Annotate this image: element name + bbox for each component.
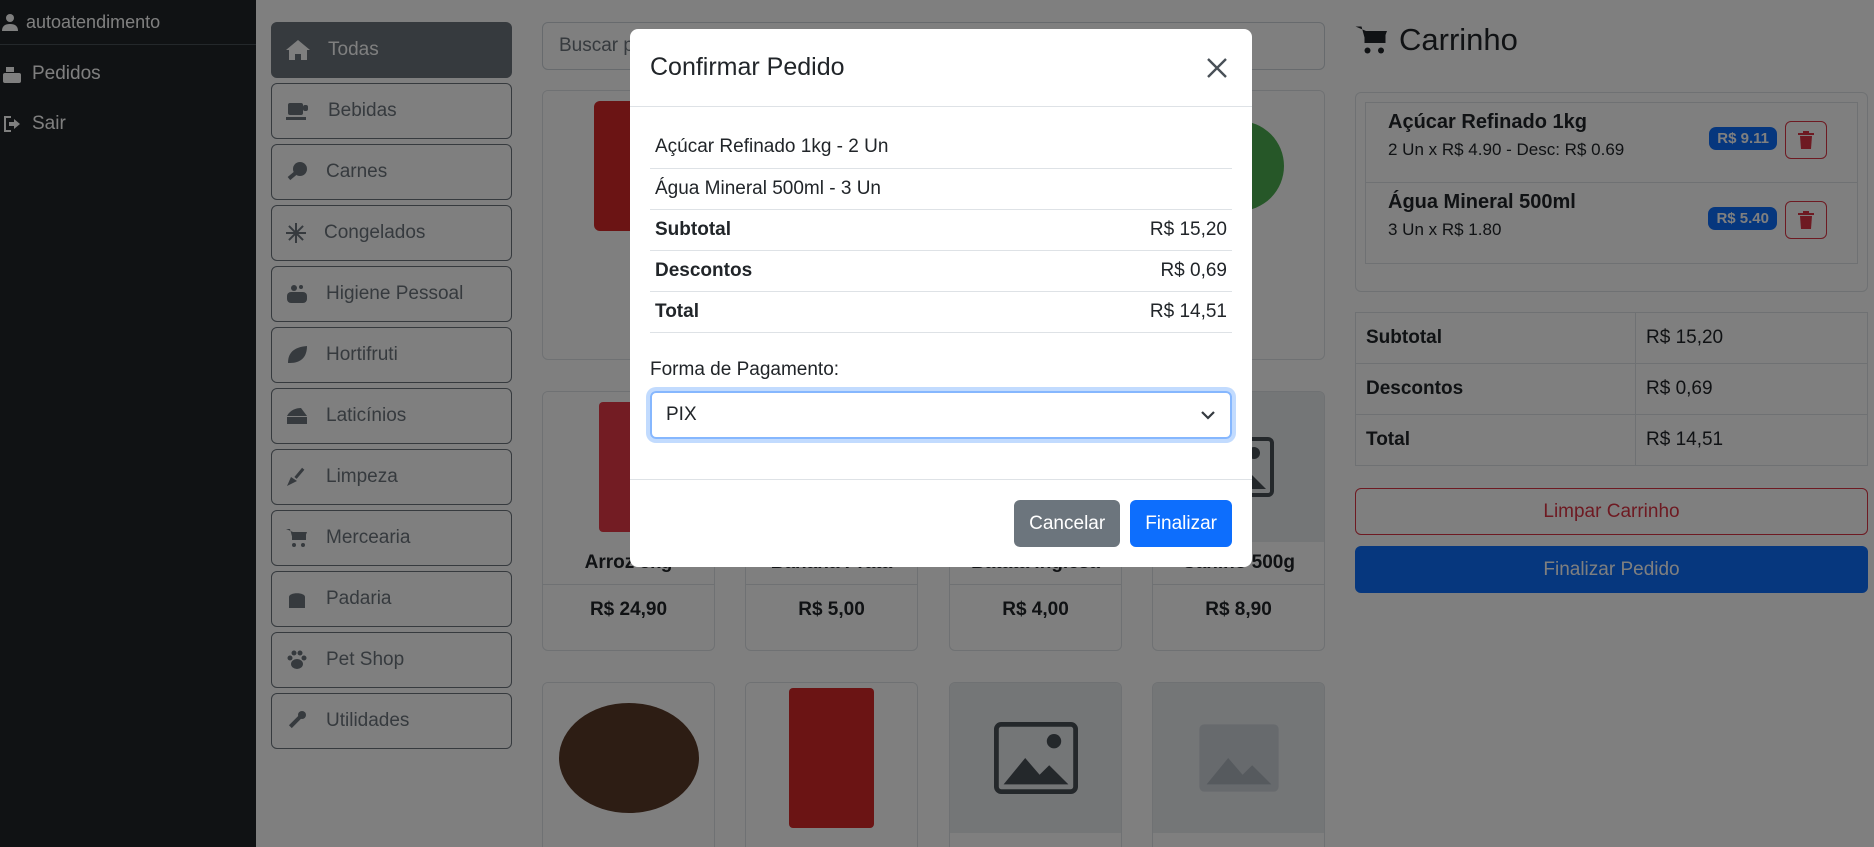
chevron-down-icon xyxy=(1201,410,1215,420)
close-button[interactable] xyxy=(1202,53,1232,83)
order-subtotal-row: Subtotal R$ 15,20 xyxy=(650,209,1232,251)
order-line-text: Água Mineral 500ml - 3 Un xyxy=(650,168,1232,210)
order-discount-row: Descontos R$ 0,69 xyxy=(650,250,1232,292)
order-line: Açúcar Refinado 1kg - 2 Un xyxy=(650,127,1232,169)
order-discount-value: R$ 0,69 xyxy=(970,250,1232,292)
confirm-finish-button[interactable]: Finalizar xyxy=(1130,500,1232,547)
order-summary-table: Açúcar Refinado 1kg - 2 Un Água Mineral … xyxy=(650,127,1232,333)
close-icon xyxy=(1207,57,1227,78)
modal-footer: Cancelar Finalizar xyxy=(630,479,1252,567)
cancel-button[interactable]: Cancelar xyxy=(1014,500,1121,547)
order-total-value: R$ 14,51 xyxy=(970,291,1232,333)
modal-header: Confirmar Pedido xyxy=(630,29,1252,107)
confirm-order-modal: Confirmar Pedido Açúcar Refinado 1kg - 2… xyxy=(630,29,1252,567)
order-subtotal-value: R$ 15,20 xyxy=(970,209,1232,251)
order-line: Água Mineral 500ml - 3 Un xyxy=(650,168,1232,210)
payment-method-label: Forma de Pagamento: xyxy=(650,358,840,380)
payment-method-value: PIX xyxy=(666,403,697,425)
payment-method-select[interactable]: PIX xyxy=(650,390,1232,439)
order-subtotal-label: Subtotal xyxy=(650,209,971,251)
order-line-text: Açúcar Refinado 1kg - 2 Un xyxy=(650,127,1232,169)
modal-body: Açúcar Refinado 1kg - 2 Un Água Mineral … xyxy=(630,107,1252,439)
order-discount-label: Descontos xyxy=(650,250,971,292)
modal-title: Confirmar Pedido xyxy=(650,53,845,81)
order-total-label: Total xyxy=(650,291,971,333)
order-total-row: Total R$ 14,51 xyxy=(650,291,1232,333)
